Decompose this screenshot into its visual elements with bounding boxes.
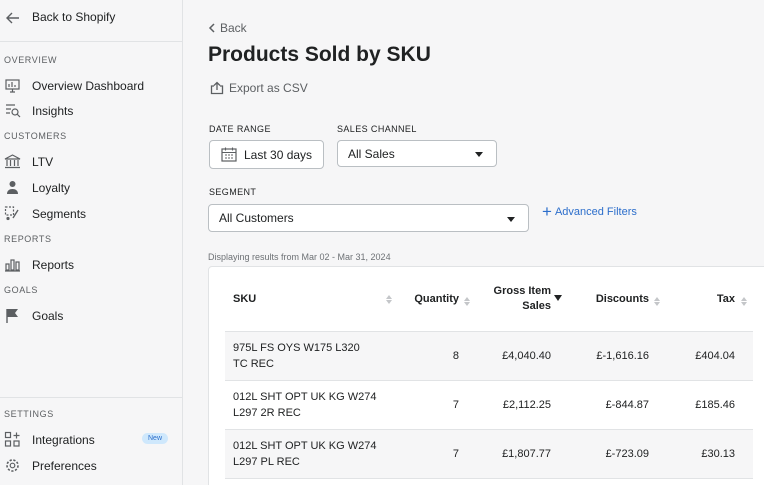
gear-icon — [6, 459, 19, 472]
caret-down-icon — [507, 217, 515, 222]
section-reports: REPORTS — [4, 234, 52, 244]
sidebar-item-segments[interactable]: Segments — [0, 203, 183, 225]
sidebar-item-label: Loyalty — [32, 181, 71, 195]
cell-discounts: £-844.87 — [565, 380, 663, 430]
advanced-filters-button[interactable]: + Advanced Filters — [542, 202, 637, 221]
sidebar-item-label: Overview Dashboard — [32, 79, 145, 93]
column-header-tax[interactable]: Tax — [663, 267, 753, 332]
dashboard-icon — [5, 79, 20, 93]
export-csv-button[interactable]: Export as CSV — [210, 81, 308, 95]
section-settings: SETTINGS — [4, 409, 54, 419]
sidebar-item-goals[interactable]: Goals — [0, 305, 183, 327]
sidebar-item-label: Integrations — [32, 433, 95, 447]
sales-channel-label: SALES CHANNEL — [337, 124, 417, 134]
segment-select[interactable]: All Customers — [208, 204, 529, 232]
cell-gross: £1,807.77 — [473, 429, 565, 479]
back-link[interactable]: Back — [208, 21, 247, 35]
cell-gross: £2,112.25 — [473, 380, 565, 430]
bar-chart-icon — [5, 259, 20, 272]
segment-value: All Customers — [219, 211, 294, 225]
page-title: Products Sold by SKU — [208, 43, 431, 66]
section-goals: GOALS — [4, 285, 39, 295]
person-icon — [7, 181, 18, 194]
sort-icon — [386, 295, 392, 304]
sidebar-item-insights[interactable]: Insights — [0, 100, 183, 122]
back-label: Back — [220, 21, 247, 35]
sidebar-item-label: LTV — [32, 155, 54, 169]
sidebar-item-integrations[interactable]: Integrations New — [0, 429, 183, 451]
calendar-icon — [221, 147, 237, 162]
cell-discounts: £-723.09 — [565, 429, 663, 479]
advanced-filters-label: Advanced Filters — [554, 206, 637, 218]
column-header-gross-item-sales[interactable]: Gross Item Sales — [473, 267, 565, 332]
sidebar: Back to Shopify OVERVIEW Overview Dashbo… — [0, 0, 183, 485]
sku-table-card: SKU Quantity Gross Item Sales Discounts — [208, 266, 764, 485]
table-row: 012L SHT OPT UK KG W274 L297 PL REC 7 £1,… — [225, 429, 753, 479]
section-customers: CUSTOMERS — [4, 131, 67, 141]
segments-icon — [4, 206, 19, 221]
sidebar-item-label: Segments — [32, 207, 87, 221]
sort-icon — [654, 297, 660, 306]
cell-sku: 012L SHT OPT UK KG W274 L297 2R REC — [225, 380, 395, 430]
date-range-button[interactable]: Last 30 days — [209, 140, 324, 169]
main-content: Back Products Sold by SKU Export as CSV … — [184, 0, 764, 485]
sort-icon — [741, 297, 747, 306]
integrations-icon — [4, 431, 20, 447]
cell-quantity: 7 — [395, 380, 473, 430]
sidebar-divider — [0, 397, 183, 398]
sidebar-item-preferences[interactable]: Preferences — [0, 455, 183, 477]
sidebar-item-overview-dashboard[interactable]: Overview Dashboard — [0, 75, 183, 97]
column-header-sku[interactable]: SKU — [225, 267, 395, 332]
table-row: 975L FS OYS W175 L320 TC REC 8 £4,040.40 … — [225, 331, 753, 381]
back-to-shopify-link[interactable]: Back to Shopify — [0, 0, 183, 42]
cell-tax: £185.46 — [663, 380, 753, 430]
sort-desc-active-icon — [554, 295, 562, 301]
new-badge: New — [142, 433, 169, 444]
caret-down-icon — [475, 152, 483, 157]
column-header-discounts[interactable]: Discounts — [565, 267, 663, 332]
arrow-left-icon — [6, 12, 19, 24]
back-to-shopify-label: Back to Shopify — [32, 10, 116, 24]
date-range-label: DATE RANGE — [209, 124, 271, 134]
sales-channel-value: All Sales — [348, 146, 395, 161]
section-overview: OVERVIEW — [4, 55, 58, 65]
cell-quantity: 8 — [395, 331, 473, 381]
sort-icon — [464, 297, 470, 306]
sku-table: SKU Quantity Gross Item Sales Discounts — [225, 267, 753, 479]
cell-discounts: £-1,616.16 — [565, 331, 663, 381]
plus-icon: + — [542, 202, 552, 221]
column-header-quantity[interactable]: Quantity — [395, 267, 473, 332]
date-range-value: Last 30 days — [244, 147, 313, 162]
sidebar-item-ltv[interactable]: LTV — [0, 151, 183, 173]
export-label: Export as CSV — [229, 81, 308, 95]
sales-channel-select[interactable]: All Sales — [337, 140, 497, 167]
sidebar-item-label: Preferences — [32, 459, 97, 473]
cell-sku: 012L SHT OPT UK KG W274 L297 PL REC — [225, 429, 395, 479]
cell-quantity: 7 — [395, 429, 473, 479]
cell-tax: £404.04 — [663, 331, 753, 381]
sidebar-item-reports[interactable]: Reports — [0, 254, 183, 276]
cell-gross: £4,040.40 — [473, 331, 565, 381]
table-row: 012L SHT OPT UK KG W274 L297 2R REC 7 £2,… — [225, 380, 753, 430]
sidebar-item-label: Insights — [32, 104, 74, 118]
sidebar-item-loyalty[interactable]: Loyalty — [0, 177, 183, 199]
sidebar-item-label: Reports — [32, 258, 75, 272]
sidebar-item-label: Goals — [32, 309, 64, 323]
segment-label: SEGMENT — [209, 187, 257, 197]
cell-sku: 975L FS OYS W175 L320 TC REC — [225, 331, 395, 381]
flag-icon — [6, 309, 18, 323]
chevron-left-icon — [208, 23, 215, 33]
insights-icon — [6, 104, 21, 118]
cell-tax: £30.13 — [663, 429, 753, 479]
export-icon — [210, 81, 224, 95]
bank-icon — [4, 154, 21, 169]
results-range-text: Displaying results from Mar 02 - Mar 31,… — [208, 252, 391, 262]
